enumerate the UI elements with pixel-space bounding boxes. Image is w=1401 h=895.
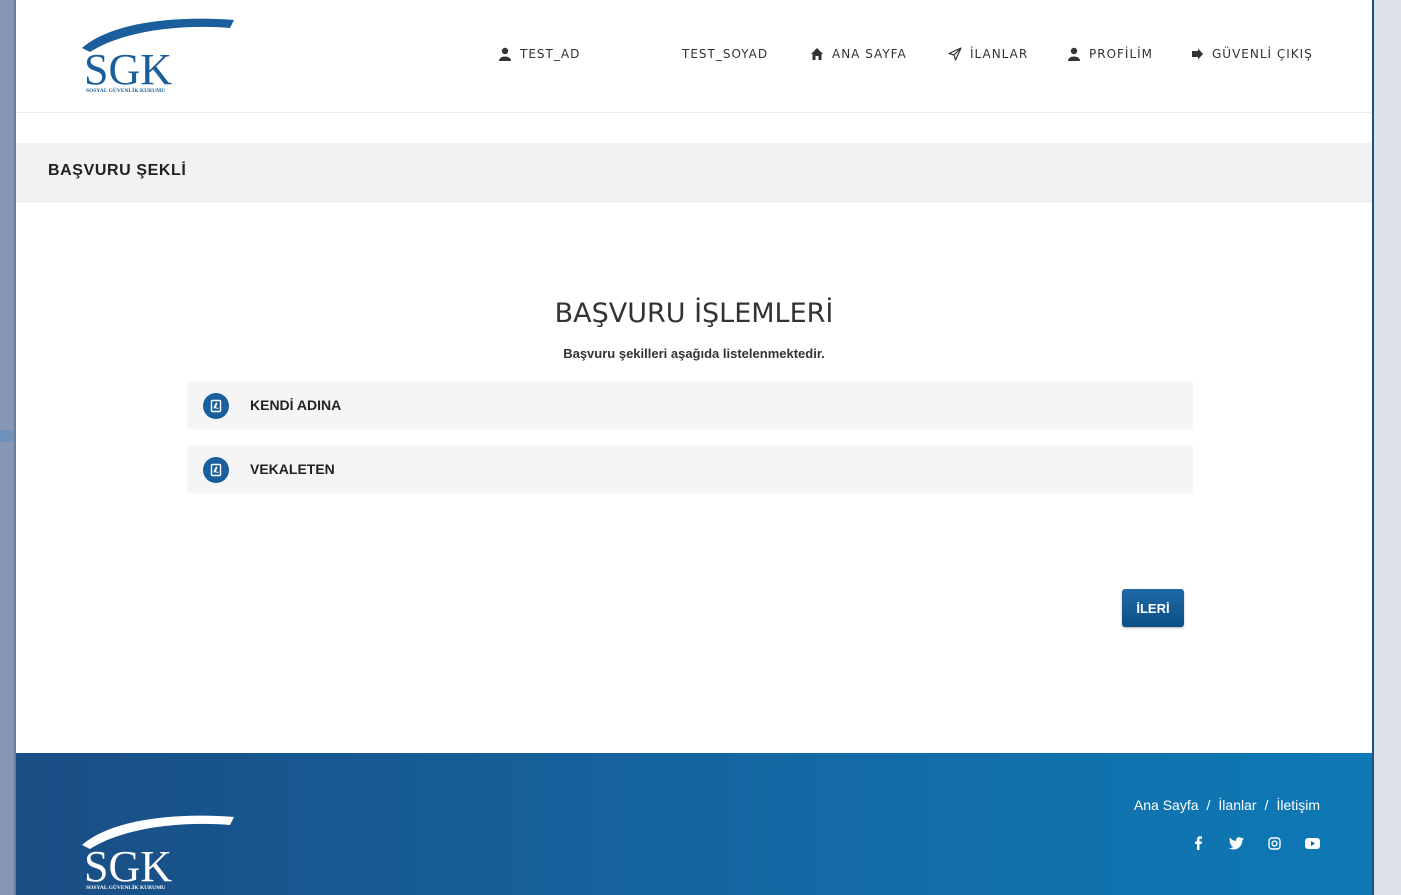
- nav-logout[interactable]: GÜVENLİ ÇIKIŞ: [1190, 44, 1313, 64]
- site-footer: SGK SOSYAL GÜVENLİK KURUMU Ana Sayfa / İ…: [16, 753, 1372, 895]
- paper-plane-icon: [948, 47, 962, 61]
- footer-logo-text: SGK: [84, 842, 172, 891]
- footer-link-listings[interactable]: İlanlar: [1218, 797, 1256, 813]
- nav-profile[interactable]: PROFİLİM: [1067, 44, 1153, 64]
- nav-listings-label: İLANLAR: [970, 47, 1029, 61]
- home-icon: [811, 48, 823, 60]
- option-own-behalf[interactable]: KENDİ ADINA: [187, 381, 1193, 429]
- sign-out-icon: [1192, 48, 1203, 60]
- pdf-icon: [203, 393, 229, 419]
- site-header: SGK SOSYAL GÜVENLİK KURUMU TEST_AD TEST_…: [16, 0, 1372, 113]
- footer-separator: /: [1206, 797, 1211, 813]
- section-subtitle: Başvuru şekilleri aşağıda listelenmekted…: [563, 346, 825, 361]
- option-by-proxy[interactable]: VEKALETEN: [187, 445, 1193, 493]
- footer-sgk-logo[interactable]: SGK SOSYAL GÜVENLİK KURUMU: [64, 811, 244, 891]
- nav-home-label: ANA SAYFA: [832, 47, 907, 61]
- instagram-icon[interactable]: [1266, 835, 1282, 851]
- nav-logout-label: GÜVENLİ ÇIKIŞ: [1212, 47, 1313, 61]
- footer-logo-subtext: SOSYAL GÜVENLİK KURUMU: [86, 884, 165, 891]
- nav-first-name-label: TEST_AD: [520, 47, 581, 61]
- youtube-icon[interactable]: [1304, 835, 1320, 851]
- next-button[interactable]: İLERİ: [1122, 589, 1184, 627]
- option-label: VEKALETEN: [250, 461, 335, 477]
- logo-subtext: SOSYAL GÜVENLİK KURUMU: [86, 87, 165, 94]
- footer-link-home[interactable]: Ana Sayfa: [1134, 797, 1199, 813]
- facebook-icon[interactable]: [1190, 835, 1206, 851]
- browser-page: SGK SOSYAL GÜVENLİK KURUMU TEST_AD TEST_…: [14, 0, 1374, 895]
- page-title-bar: BAŞVURU ŞEKLİ: [16, 143, 1372, 202]
- nav-last-name[interactable]: TEST_SOYAD: [682, 44, 768, 64]
- footer-link-contact[interactable]: İletişim: [1276, 797, 1320, 813]
- nav-first-name[interactable]: TEST_AD: [498, 44, 580, 64]
- twitter-icon[interactable]: [1228, 835, 1244, 851]
- option-label: KENDİ ADINA: [250, 397, 342, 413]
- social-links: [1190, 835, 1320, 851]
- footer-separator: /: [1264, 797, 1269, 813]
- nav-listings[interactable]: İLANLAR: [948, 44, 1028, 64]
- page-title: BAŞVURU ŞEKLİ: [48, 162, 187, 179]
- main-nav: TEST_AD TEST_SOYAD ANA SAYFA İLANLAR PRO…: [16, 44, 1372, 64]
- nav-last-name-label: TEST_SOYAD: [682, 47, 769, 61]
- nav-profile-label: PROFİLİM: [1089, 47, 1154, 61]
- section-title: BAŞVURU İŞLEMLERİ: [554, 298, 834, 329]
- nav-home[interactable]: ANA SAYFA: [810, 44, 907, 64]
- user-icon: [1068, 47, 1080, 61]
- pdf-icon: [203, 457, 229, 483]
- user-icon: [499, 47, 511, 61]
- footer-links: Ana Sayfa / İlanlar / İletişim: [1134, 797, 1320, 813]
